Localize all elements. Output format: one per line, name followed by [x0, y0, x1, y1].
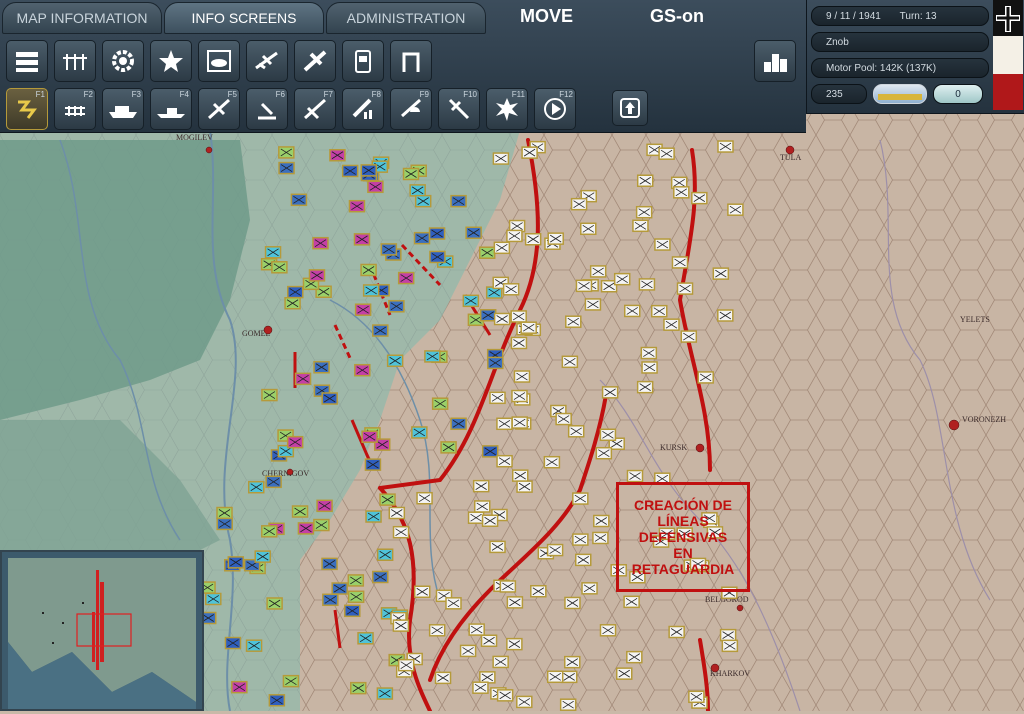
- wheat-field-icon: [878, 94, 922, 100]
- aircraft-icon: [255, 51, 278, 70]
- city-yelets: YELETS: [960, 315, 990, 324]
- date-turn-field: 9 / 11 / 1941 Turn: 13: [811, 6, 989, 26]
- top-toolbar: MAP INFORMATION INFO SCREENS ADMINISTRAT…: [0, 0, 806, 133]
- status-panel: 9 / 11 / 1941 Turn: 13 Znob Motor Pool: …: [806, 0, 1024, 114]
- reinforcements-button[interactable]: [54, 40, 96, 82]
- fuel-can-icon: [355, 50, 371, 73]
- counter-field[interactable]: 0: [933, 84, 983, 104]
- transport-plane-icon: [303, 50, 327, 72]
- annotation-line-1: CREACIÓN DE: [633, 497, 732, 513]
- annotation-line-2: LÍNEAS: [657, 513, 709, 529]
- player-name: Znob: [811, 32, 989, 52]
- air-base-button[interactable]: F6: [246, 88, 288, 130]
- turn-label: Turn: 13: [899, 11, 937, 22]
- unit-list-icon: [16, 52, 38, 72]
- leaders-button[interactable]: [150, 40, 192, 82]
- ship-icon: [109, 106, 137, 118]
- german-flag: [993, 0, 1023, 110]
- city-mogilev: MOGILEV: [176, 133, 213, 142]
- bomber-city-icon: [352, 98, 372, 119]
- annotation-line-4: EN: [673, 545, 693, 561]
- defense-lines-annotation: CREACIÓN DE LÍNEAS DEFENSIVAS EN RETAGUA…: [616, 482, 750, 592]
- rail-track-icon: [65, 106, 85, 116]
- tab-map-information[interactable]: MAP INFORMATION: [2, 2, 162, 34]
- city-kursk: KURSK: [660, 443, 687, 452]
- victory-status-button[interactable]: [754, 40, 796, 82]
- mode-label: MOVE: [520, 6, 574, 26]
- motor-pool-field: Motor Pool: 142K (137K): [811, 58, 989, 78]
- end-turn-button[interactable]: F12: [534, 88, 576, 130]
- ground-attack-button[interactable]: F7: [294, 88, 336, 130]
- weather-icon: [207, 50, 231, 72]
- city-tula: TULA: [780, 153, 802, 162]
- play-circle-icon: [544, 98, 566, 120]
- iron-cross-icon: [993, 0, 1023, 110]
- gs-status-label: GS-on: [650, 6, 704, 26]
- supply-button[interactable]: [342, 40, 384, 82]
- points-field: 235: [811, 84, 867, 104]
- jump-up-button[interactable]: [612, 90, 648, 126]
- air-transport-button[interactable]: [294, 40, 336, 82]
- air-recon-button[interactable]: F5: [198, 88, 240, 130]
- railroad-button[interactable]: [390, 40, 432, 82]
- minimap[interactable]: [0, 550, 204, 711]
- move-path-icon: [18, 100, 37, 119]
- move-mode-button[interactable]: F1: [6, 88, 48, 130]
- rail-icon: [402, 52, 420, 72]
- gear-icon: [112, 50, 134, 72]
- city-voronezh: VORONEZH: [962, 415, 1006, 424]
- weather-map-button[interactable]: [198, 40, 240, 82]
- tab-administration[interactable]: ADMINISTRATION: [326, 2, 486, 34]
- parachute-icon: [401, 98, 421, 118]
- bomb-city-button[interactable]: F8: [342, 88, 384, 130]
- annotation-line-5: RETAGUARDIA: [631, 561, 735, 577]
- rail-move-button[interactable]: F2: [54, 88, 96, 130]
- explosion-icon: [496, 98, 518, 121]
- star-icon: [159, 50, 183, 72]
- soldiers-icon: [63, 54, 87, 70]
- podium-icon: [764, 54, 787, 72]
- unit-list-button[interactable]: [6, 40, 48, 82]
- production-button[interactable]: [102, 40, 144, 82]
- arrow-up-icon: [620, 98, 640, 118]
- interdiction-button[interactable]: F10: [438, 88, 480, 130]
- fighter-icon: [448, 98, 470, 120]
- weather-indicator[interactable]: [873, 84, 927, 104]
- date-label: 9 / 11 / 1941: [826, 11, 881, 22]
- attack-plane-icon: [303, 98, 327, 120]
- minimap-overview: [2, 552, 202, 709]
- recon-plane-icon: [207, 98, 231, 120]
- naval-transport-button[interactable]: F3: [102, 88, 144, 130]
- landing-ship-icon: [157, 108, 185, 118]
- annotation-line-3: DEFENSIVAS: [638, 529, 728, 545]
- airfield-icon: [258, 102, 276, 120]
- airborne-drop-button[interactable]: F9: [390, 88, 432, 130]
- air-war-button[interactable]: [246, 40, 288, 82]
- tab-info-screens[interactable]: INFO SCREENS: [164, 2, 324, 34]
- amphibious-button[interactable]: F4: [150, 88, 192, 130]
- attack-button[interactable]: F11: [486, 88, 528, 130]
